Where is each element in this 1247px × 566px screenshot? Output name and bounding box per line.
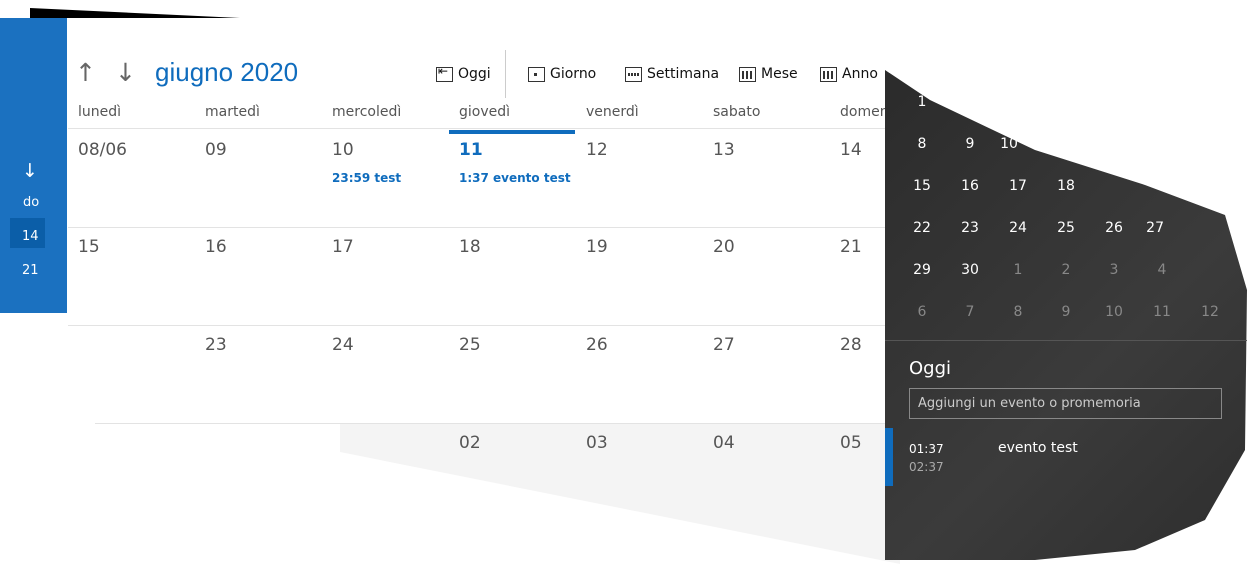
- day-cell-number[interactable]: 02: [459, 433, 481, 453]
- mini-calendar-day[interactable]: 27: [1142, 220, 1164, 236]
- year-view-label: Anno: [842, 66, 878, 82]
- day-cell-number[interactable]: 05: [840, 433, 862, 453]
- mini-calendar-day[interactable]: 10: [1094, 304, 1134, 320]
- mini-calendar-day[interactable]: 17: [998, 178, 1038, 194]
- grid-line: [68, 423, 888, 424]
- mini-calendar-day[interactable]: 16: [950, 178, 990, 194]
- day-cell-number[interactable]: 03: [586, 433, 608, 453]
- weekday-header: domenica: [840, 104, 885, 120]
- cropped-area: [0, 326, 95, 566]
- left-pane-day[interactable]: 14: [22, 229, 39, 244]
- previous-arrow-icon[interactable]: ↑: [75, 58, 96, 87]
- year-view-button[interactable]: Anno: [820, 66, 878, 82]
- day-cell-number[interactable]: 10: [332, 140, 354, 160]
- day-cell-number[interactable]: 14: [840, 140, 862, 160]
- day-view-label: Giorno: [550, 66, 597, 82]
- agenda-event-accent: [885, 428, 893, 486]
- day-cell-number[interactable]: 16: [205, 237, 227, 257]
- day-cell-number[interactable]: 28: [840, 335, 862, 355]
- mini-calendar-day[interactable]: 4: [1142, 262, 1182, 278]
- day-cell-number[interactable]: 27: [713, 335, 735, 355]
- month-view-label: Mese: [761, 66, 798, 82]
- day-cell-number[interactable]: 20: [713, 237, 735, 257]
- mini-calendar-day[interactable]: 18: [1046, 178, 1086, 194]
- mini-calendar-day[interactable]: 12: [1190, 304, 1230, 320]
- down-arrow-icon[interactable]: ↓: [22, 160, 38, 182]
- agenda-event-start: 01:37: [909, 442, 944, 456]
- today-button[interactable]: Oggi: [436, 64, 491, 82]
- next-arrow-icon[interactable]: ↓: [115, 58, 136, 87]
- day-cell-number[interactable]: 04: [713, 433, 735, 453]
- week-view-button[interactable]: Settimana: [625, 66, 719, 82]
- weekday-header: venerdì: [586, 104, 639, 120]
- mini-calendar-day[interactable]: 30: [950, 262, 990, 278]
- mini-calendar-day[interactable]: 3: [1094, 262, 1134, 278]
- grid-line: [68, 227, 888, 228]
- next-month-area: [340, 424, 900, 564]
- today-button-label: Oggi: [458, 66, 491, 82]
- mini-calendar-day[interactable]: 25: [1046, 220, 1086, 236]
- agenda-event-title[interactable]: evento test: [998, 440, 1078, 456]
- day-cell-number[interactable]: 25: [459, 335, 481, 355]
- left-navigation-pane: ↓ do 14 21: [0, 18, 67, 313]
- weekday-header: martedì: [205, 104, 260, 120]
- mini-calendar-day[interactable]: 23: [950, 220, 990, 236]
- window-edge: [30, 8, 240, 18]
- weekday-header: sabato: [713, 104, 761, 120]
- grid-line: [68, 128, 888, 129]
- day-cell-number[interactable]: 23: [205, 335, 227, 355]
- today-icon: [436, 64, 453, 82]
- day-view-icon: [528, 66, 545, 82]
- calendar-event[interactable]: 23:59 test: [332, 171, 401, 185]
- toolbar-divider: [505, 50, 506, 98]
- weekday-header: lunedì: [78, 104, 122, 120]
- day-cell-number[interactable]: 21: [840, 237, 862, 257]
- mini-calendar-day[interactable]: 22: [902, 220, 942, 236]
- day-cell-number[interactable]: 09: [205, 140, 227, 160]
- day-cell-number[interactable]: 17: [332, 237, 354, 257]
- day-cell-number[interactable]: 08/06: [78, 140, 127, 160]
- mini-calendar-day[interactable]: 7: [950, 304, 990, 320]
- left-pane-day[interactable]: 21: [22, 263, 39, 278]
- calendar-event[interactable]: 1:37 evento test: [459, 171, 571, 185]
- month-title: giugno 2020: [155, 57, 299, 87]
- mini-calendar-day[interactable]: 8: [902, 136, 942, 152]
- week-view-label: Settimana: [647, 66, 720, 82]
- month-view-button[interactable]: Mese: [739, 66, 798, 82]
- day-cell-number[interactable]: 13: [713, 140, 735, 160]
- mini-calendar-day[interactable]: 9: [1046, 304, 1086, 320]
- mini-calendar-day[interactable]: 1: [998, 262, 1038, 278]
- day-cell-number[interactable]: 26: [586, 335, 608, 355]
- today-cell-number[interactable]: 11: [459, 140, 483, 160]
- flyout-divider: [885, 340, 1247, 341]
- week-view-icon: [625, 66, 642, 82]
- weekday-header: mercoledì: [332, 104, 402, 120]
- mini-calendar-day[interactable]: 1: [902, 94, 942, 110]
- grid-line: [68, 325, 888, 326]
- day-cell-number[interactable]: 19: [586, 237, 608, 257]
- day-cell-number[interactable]: 12: [586, 140, 608, 160]
- day-cell-number[interactable]: 24: [332, 335, 354, 355]
- mini-calendar-day[interactable]: 15: [902, 178, 942, 194]
- mini-calendar-day[interactable]: 26: [1094, 220, 1134, 236]
- mini-calendar-day[interactable]: 2: [1046, 262, 1086, 278]
- mini-calendar-day[interactable]: 29: [902, 262, 942, 278]
- agenda-title: Oggi: [909, 358, 952, 379]
- day-cell-number[interactable]: 15: [78, 237, 100, 257]
- year-view-icon: [820, 66, 837, 82]
- mini-calendar-day[interactable]: 8: [998, 304, 1038, 320]
- agenda-event-end: 02:37: [909, 460, 944, 474]
- mini-calendar-day[interactable]: 11: [1142, 304, 1182, 320]
- mini-calendar-day[interactable]: 10: [998, 136, 1020, 152]
- today-indicator: [449, 130, 575, 134]
- weekday-header: giovedì: [459, 104, 511, 120]
- day-view-button[interactable]: Giorno: [528, 66, 596, 82]
- left-pane-label: do: [23, 195, 40, 210]
- add-event-input[interactable]: [909, 388, 1222, 419]
- mini-calendar-day[interactable]: 6: [902, 304, 942, 320]
- mini-calendar-day[interactable]: 24: [998, 220, 1038, 236]
- day-cell-number[interactable]: 18: [459, 237, 481, 257]
- mini-calendar-day[interactable]: 9: [950, 136, 990, 152]
- month-view-icon: [739, 66, 756, 82]
